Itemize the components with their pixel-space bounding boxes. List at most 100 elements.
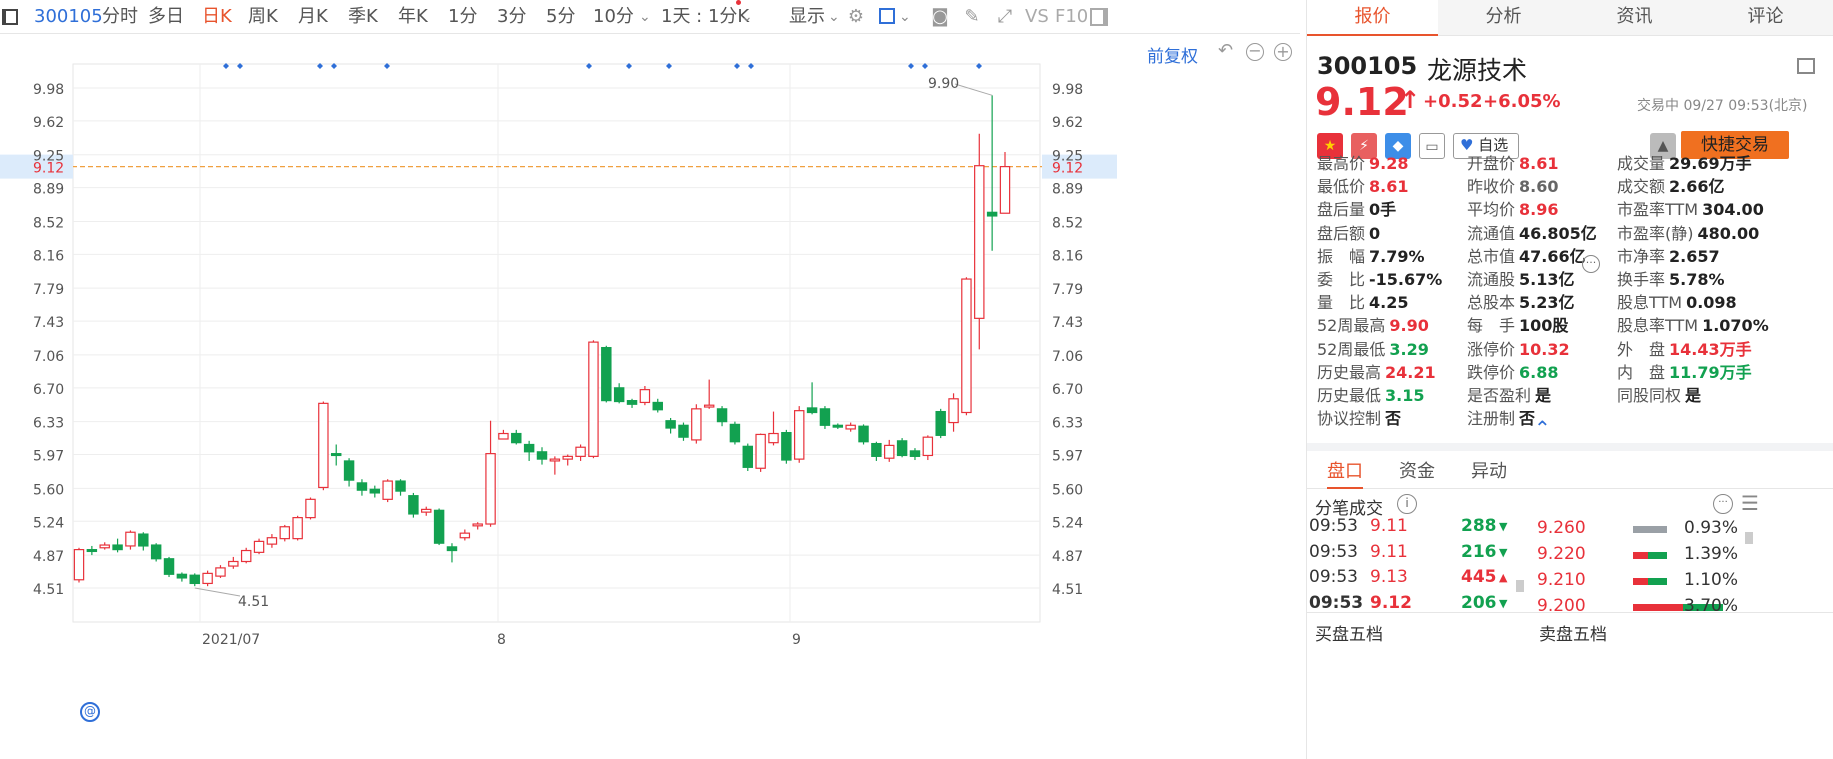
current-price-tag-right: 9.12	[1052, 161, 1083, 177]
y-tick-left: 6.70	[33, 382, 64, 398]
stat-label: 最高价	[1317, 154, 1366, 173]
candle-up	[691, 408, 702, 441]
dist-pct: 1.39%	[1684, 544, 1739, 564]
y-tick-right: 8.52	[1052, 215, 1083, 231]
stat-value: 5.23亿	[1519, 293, 1575, 313]
candle-down	[858, 425, 869, 443]
period-select[interactable]: 1天 : 1分K	[661, 0, 749, 34]
more-icon[interactable]: ···	[1713, 494, 1733, 514]
tab-fenshi[interactable]: 分时	[102, 0, 138, 34]
stat-value: 5.13亿	[1519, 270, 1575, 289]
dist-bar	[1633, 578, 1667, 585]
x-tick-label: 8	[497, 632, 506, 648]
tab-comments[interactable]: 评论	[1700, 0, 1831, 34]
display-menu[interactable]: 显示	[789, 0, 825, 34]
dist-bar	[1633, 526, 1667, 533]
sidebar-toggle-icon[interactable]	[2, 9, 18, 25]
kline-chart-area[interactable]: 9.98 9.98 9.62 9.62 9.25 9.25 8.89 8.89 8.52 8.52…	[0, 34, 1300, 759]
tab-monthly-k[interactable]: 月K	[298, 0, 328, 34]
chevron-down-icon[interactable]: ⌄	[741, 0, 753, 34]
panel-toggle-icon[interactable]	[1090, 8, 1108, 26]
fullscreen-icon[interactable]: ⤢	[995, 7, 1015, 27]
tab-3min[interactable]: 3分	[497, 0, 526, 34]
subtab-bar	[1307, 443, 1833, 489]
candle-down	[536, 451, 548, 460]
stat-value: 1.070%	[1702, 316, 1769, 336]
tab-quarterly-k[interactable]: 季K	[348, 0, 378, 34]
stat-row: 流通值 46.805亿	[1467, 224, 1597, 244]
stat-label: 注册制	[1467, 409, 1516, 429]
candle-down	[819, 408, 831, 426]
undo-icon[interactable]: ↶	[1218, 40, 1233, 61]
camera-icon[interactable]: ◙	[930, 7, 950, 27]
dist-bar-segment	[1633, 552, 1649, 559]
tab-analysis[interactable]: 分析	[1438, 0, 1569, 34]
stat-value: 4.25	[1369, 293, 1409, 313]
info-icon[interactable]: i	[1397, 494, 1417, 514]
y-tick-right: 8.16	[1052, 248, 1083, 264]
tab-news[interactable]: 资讯	[1569, 0, 1700, 34]
scroll-thumb-right[interactable]	[1745, 532, 1753, 544]
scroll-thumb[interactable]	[1516, 580, 1524, 592]
stat-row: 历史最高 24.21	[1317, 363, 1436, 383]
chevron-down-icon[interactable]: ⌄	[639, 0, 651, 34]
stat-row: 每 手 100股	[1467, 316, 1568, 336]
settings-gear-icon[interactable]: ⚙	[846, 7, 866, 27]
kline-chart[interactable]: 9.98 9.989.62 9.629.25 9.258.89 8.898.52 8.52…	[0, 34, 1300, 759]
stat-label: 是否盈利	[1467, 386, 1532, 405]
tab-weekly-k[interactable]: 周K	[248, 0, 278, 34]
candle-up	[768, 432, 779, 444]
stat-row: 委 比 -15.67%	[1317, 270, 1442, 290]
tick-time: 09:53	[1309, 567, 1358, 587]
vs-compare-button[interactable]: VS	[1025, 0, 1049, 34]
subtab-funds[interactable]: 资金	[1399, 457, 1435, 483]
trade-status-time: 交易中 09/27 09:53(北京)	[1637, 98, 1808, 114]
f10-button[interactable]: F10	[1055, 0, 1088, 34]
market-cap-info-icon[interactable]: ···	[1582, 255, 1600, 273]
tab-quote[interactable]: 报价	[1307, 0, 1438, 36]
bookmark-icon[interactable]: ▭	[1419, 133, 1445, 159]
collapse-chevron-icon[interactable]: ⌃	[1534, 416, 1551, 440]
zoom-in-icon[interactable]: +	[1274, 43, 1292, 61]
tab-1min[interactable]: 1分	[448, 0, 477, 34]
stat-label: 涨停价	[1467, 339, 1516, 359]
candle-up	[845, 424, 856, 430]
candle-down	[395, 480, 406, 492]
layout-icon[interactable]	[1797, 58, 1815, 74]
arrow-down-icon: ▼	[1499, 545, 1508, 559]
tab-daily-k[interactable]: 日K	[202, 0, 232, 34]
y-tick-right: 6.70	[1052, 382, 1083, 398]
box-select-icon[interactable]	[879, 8, 895, 24]
stat-value: 304.00	[1702, 200, 1764, 220]
stat-label: 市盈率(静)	[1617, 223, 1694, 243]
subtab-movement[interactable]: 异动	[1471, 457, 1507, 483]
candle-up	[472, 523, 483, 527]
tab-multiday[interactable]: 多日	[148, 0, 184, 34]
tab-yearly-k[interactable]: 年K	[398, 0, 428, 34]
stat-label: 跌停价	[1467, 362, 1516, 382]
search-chart-icon[interactable]: @	[80, 702, 100, 722]
stat-row: 同股同权是	[1617, 386, 1701, 406]
zoom-out-icon[interactable]: −	[1246, 43, 1264, 61]
candle-down	[369, 488, 381, 494]
tab-10min[interactable]: 10分	[593, 0, 634, 34]
stat-value: 480.00	[1697, 223, 1760, 243]
tab-5min[interactable]: 5分	[546, 0, 575, 34]
chevron-down-icon[interactable]: ⌄	[899, 0, 911, 34]
arrow-down-icon: ▼	[1499, 596, 1508, 610]
stat-value: 8.96	[1519, 200, 1559, 220]
pencil-icon[interactable]: ✎	[962, 7, 982, 27]
stat-row: 总市值 47.66亿	[1467, 247, 1586, 267]
subtab-pankou[interactable]: 盘口	[1327, 457, 1363, 483]
restore-right-label[interactable]: 前复权	[1147, 42, 1198, 67]
stat-label: 盘后额	[1317, 223, 1366, 243]
candle-down	[138, 533, 149, 547]
stat-row: 最高价 9.28	[1317, 154, 1409, 174]
chevron-down-icon[interactable]: ⌄	[828, 0, 840, 34]
candle-down	[909, 450, 921, 457]
stat-row: 昨收价 8.60	[1467, 177, 1559, 197]
stat-label: 总股本	[1467, 293, 1516, 313]
y-tick-right: 8.89	[1052, 182, 1083, 198]
candle-up	[292, 517, 303, 540]
sell-five-label: 卖盘五档	[1539, 625, 1607, 645]
